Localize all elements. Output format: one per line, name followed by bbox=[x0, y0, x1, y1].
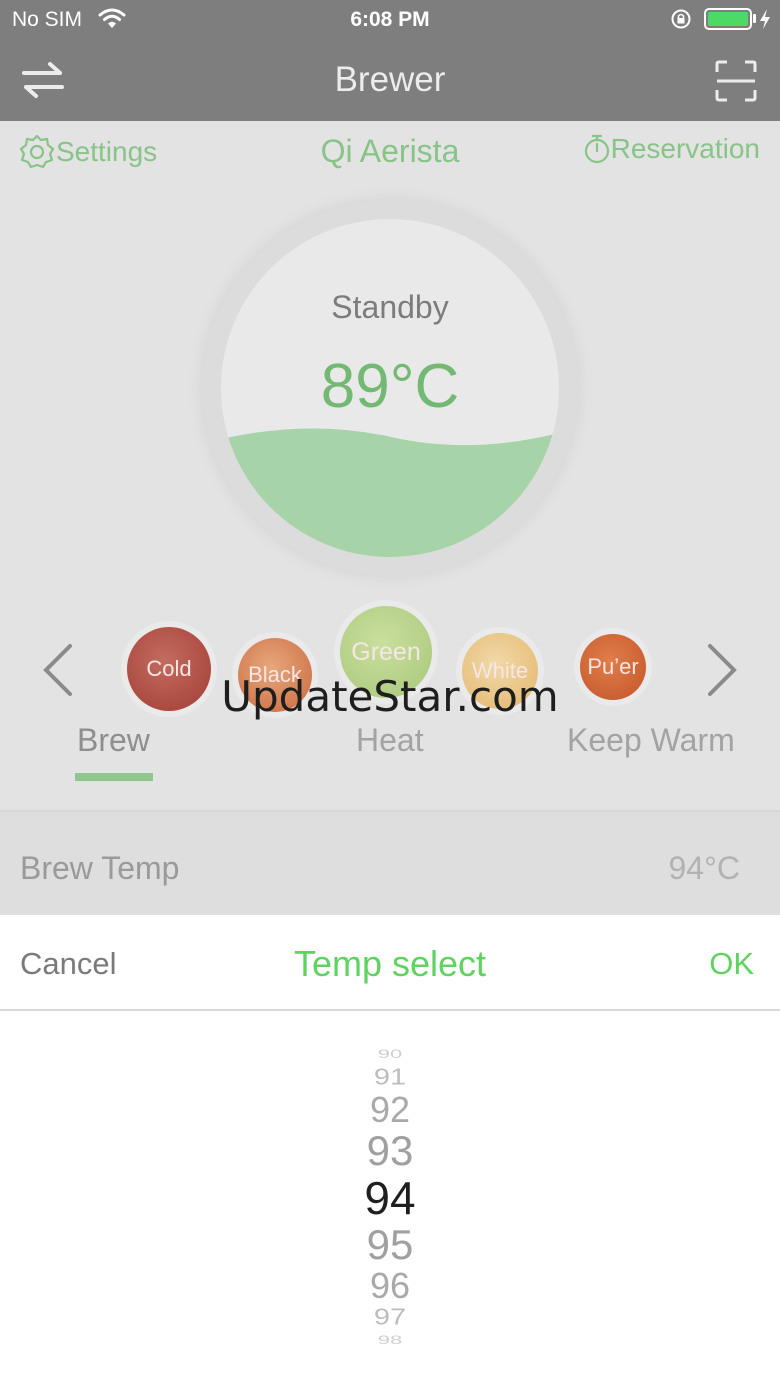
tea-label: Green bbox=[351, 637, 421, 666]
status-bar: No SIM 6:08 PM bbox=[0, 0, 780, 40]
tab-heat[interactable]: Heat bbox=[356, 722, 424, 759]
device-subbar: Settings Qi Aerista Reservation bbox=[0, 121, 780, 181]
picker-option[interactable]: 90 bbox=[0, 1047, 780, 1061]
picker-option[interactable]: 97 bbox=[0, 1304, 780, 1330]
device-name: Qi Aerista bbox=[320, 133, 460, 169]
temperature-dial: Standby 89°C bbox=[203, 201, 577, 575]
page-title: Brewer bbox=[334, 60, 446, 99]
tab-brew[interactable]: Brew bbox=[77, 722, 150, 759]
settings-label: Settings bbox=[56, 136, 158, 167]
picker-title: Temp select bbox=[293, 943, 487, 984]
picker-option[interactable]: 93 bbox=[0, 1127, 780, 1175]
temp-picker-sheet: Cancel Temp select OK 90 91 92 93 94 95 … bbox=[0, 915, 780, 1387]
picker-option[interactable]: 91 bbox=[0, 1064, 780, 1090]
scan-icon[interactable] bbox=[715, 60, 757, 102]
gear-icon bbox=[19, 134, 55, 169]
timer-icon bbox=[584, 134, 609, 164]
cancel-button[interactable]: Cancel bbox=[20, 946, 117, 982]
watermark: UpdateStar.com bbox=[221, 672, 559, 721]
picker-option-selected[interactable]: 94 bbox=[0, 1171, 780, 1225]
current-temperature: 89°C bbox=[320, 352, 460, 421]
background-screen: No SIM 6:08 PM Brewer Settings Qi Aerist… bbox=[0, 0, 780, 915]
picker-option[interactable]: 95 bbox=[0, 1221, 780, 1269]
rotation-lock-icon bbox=[671, 9, 691, 29]
clock: 6:08 PM bbox=[350, 8, 430, 31]
brew-temp-row[interactable]: Brew Temp 94°C bbox=[0, 812, 780, 915]
dial-status: Standby bbox=[331, 289, 449, 325]
tab-keep-warm[interactable]: Keep Warm bbox=[567, 722, 735, 759]
ok-button[interactable]: OK bbox=[709, 946, 754, 982]
brew-temp-value: 94°C bbox=[668, 850, 741, 886]
picker-option[interactable]: 98 bbox=[0, 1333, 780, 1347]
charging-bolt-icon bbox=[760, 9, 770, 29]
brew-temp-label: Brew Temp bbox=[20, 850, 180, 886]
picker-option[interactable]: 96 bbox=[0, 1265, 780, 1307]
navigation-bar: Brewer bbox=[0, 40, 780, 121]
picker-option[interactable]: 92 bbox=[0, 1089, 780, 1131]
picker-toolbar: Cancel Temp select OK bbox=[0, 915, 780, 1011]
temperature-picker-wheel[interactable]: 90 91 92 93 94 95 96 97 98 bbox=[0, 1011, 780, 1387]
reservation-label: Reservation bbox=[610, 133, 760, 164]
reservation-button[interactable]: Reservation bbox=[583, 133, 760, 165]
battery-icon bbox=[704, 8, 752, 30]
selected-tab-indicator bbox=[75, 773, 153, 781]
battery-tip bbox=[753, 14, 756, 23]
mode-tabs: Brew Heat Keep Warm bbox=[0, 720, 780, 790]
settings-button[interactable]: Settings bbox=[18, 133, 157, 171]
